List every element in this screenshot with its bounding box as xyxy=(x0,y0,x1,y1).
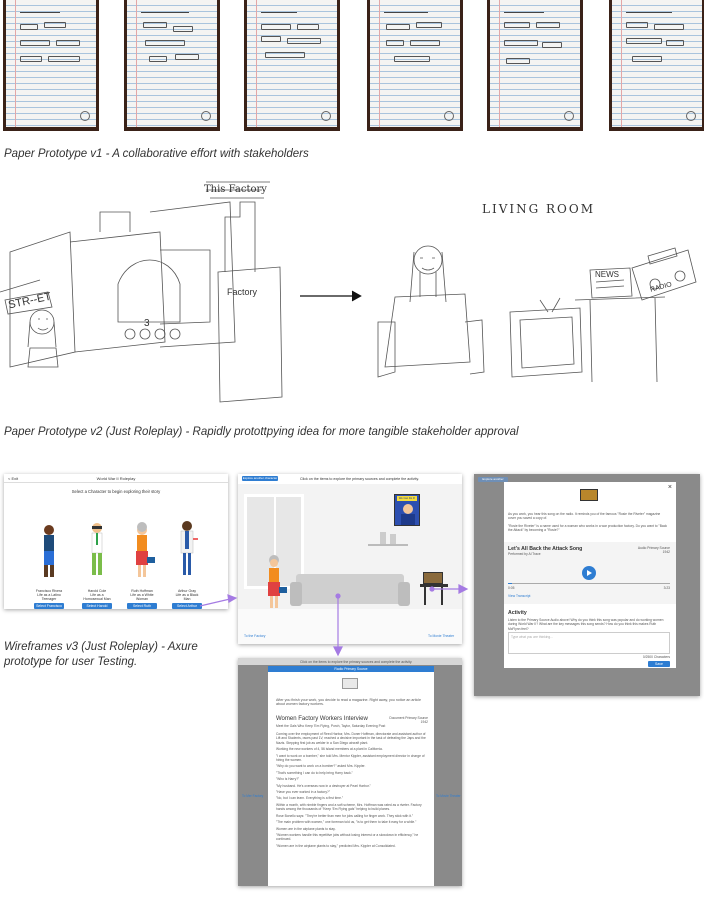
flow-arrows xyxy=(199,584,469,657)
